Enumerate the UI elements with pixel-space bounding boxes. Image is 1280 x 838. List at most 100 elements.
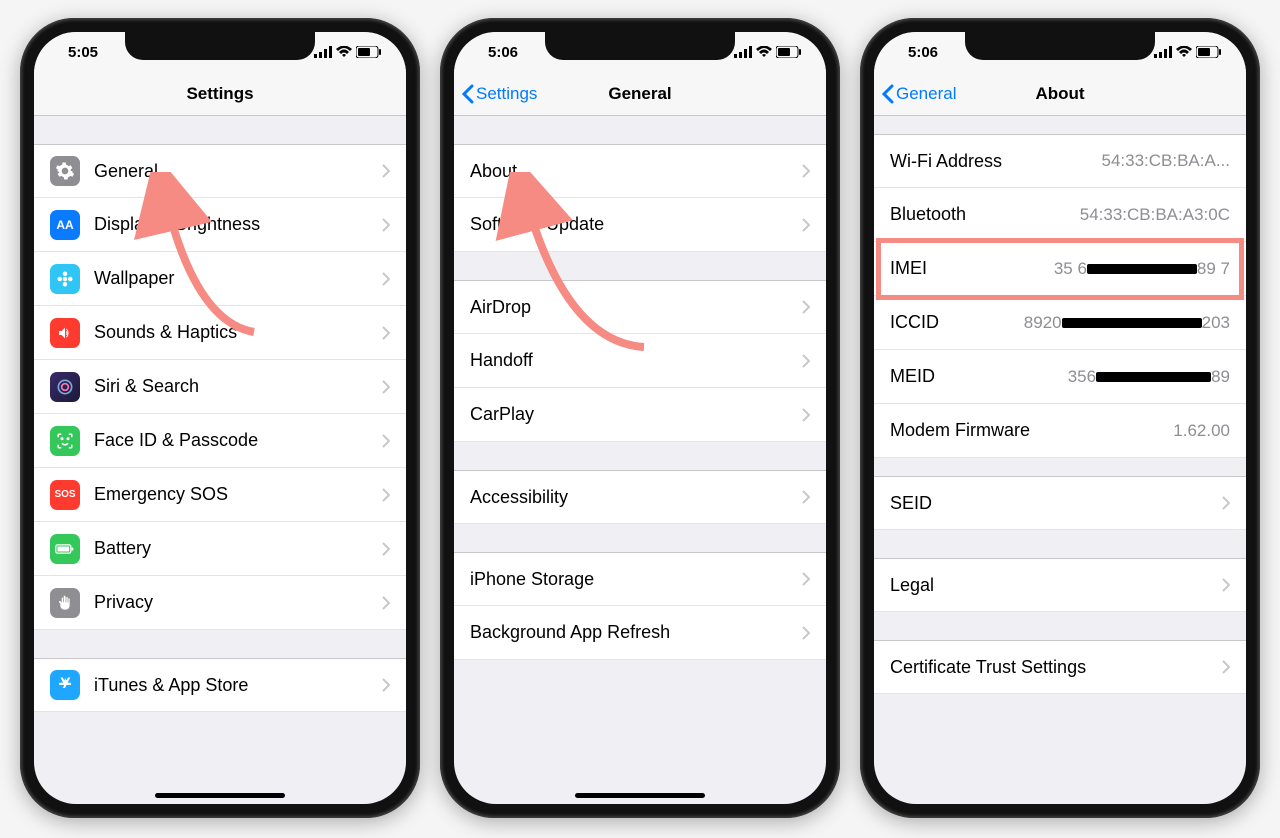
row-label: ICCID [890,312,1024,333]
row-emergency-sos[interactable]: SOS Emergency SOS [34,468,406,522]
row-label: Legal [890,575,1214,596]
group-spacer [874,458,1246,476]
chevron-right-icon [382,488,390,502]
row-imei: IMEI 35 689 7 [874,242,1246,296]
row-label: AirDrop [470,297,794,318]
row-wallpaper[interactable]: Wallpaper [34,252,406,306]
hand-icon [50,588,80,618]
flower-icon [50,264,80,294]
home-indicator[interactable] [575,793,705,798]
row-airdrop[interactable]: AirDrop [454,280,826,334]
status-time: 5:06 [488,44,518,61]
row-label: iPhone Storage [470,569,794,590]
group-spacer [454,252,826,280]
cellular-icon [314,46,332,58]
row-legal[interactable]: Legal [874,558,1246,612]
status-right [734,46,802,58]
row-label: Sounds & Haptics [94,322,374,343]
chevron-right-icon [1222,578,1230,592]
row-label: CarPlay [470,404,794,425]
phone-frame-3: 5:06 General About Wi-Fi Address 54:33:C… [860,18,1260,818]
row-modem-firmware: Modem Firmware 1.62.00 [874,404,1246,458]
phone-frame-2: 5:06 Settings General About Software Upd… [440,18,840,818]
chevron-right-icon [382,678,390,692]
row-label: Accessibility [470,487,794,508]
back-button[interactable]: Settings [462,84,537,104]
row-sounds-haptics[interactable]: Sounds & Haptics [34,306,406,360]
home-indicator[interactable] [155,793,285,798]
gear-icon [50,156,80,186]
row-accessibility[interactable]: Accessibility [454,470,826,524]
chevron-right-icon [1222,660,1230,674]
row-value: 54:33:CB:BA:A3:0C [1080,205,1230,225]
back-label: General [896,84,956,104]
battery-icon [356,46,382,58]
status-right [314,46,382,58]
chevron-right-icon [382,218,390,232]
row-wifi-address: Wi-Fi Address 54:33:CB:BA:A... [874,134,1246,188]
redacted-text [1096,372,1211,382]
chevron-right-icon [802,218,810,232]
row-background-app-refresh[interactable]: Background App Refresh [454,606,826,660]
general-list[interactable]: About Software Update AirDrop Handoff Ca… [454,116,826,660]
row-battery[interactable]: Battery [34,522,406,576]
row-iccid: ICCID 8920203 [874,296,1246,350]
redacted-text [1087,264,1197,274]
wifi-icon [756,46,772,58]
group-spacer [874,116,1246,134]
siri-icon [50,372,80,402]
row-software-update[interactable]: Software Update [454,198,826,252]
nav-bar: Settings [34,72,406,116]
chevron-right-icon [802,300,810,314]
chevron-right-icon [382,434,390,448]
status-time: 5:06 [908,44,938,61]
group-spacer [454,442,826,470]
row-label: Software Update [470,214,794,235]
row-display-brightness[interactable]: AA Display & Brightness [34,198,406,252]
row-label: Emergency SOS [94,484,374,505]
row-label: Battery [94,538,374,559]
row-label: Display & Brightness [94,214,374,235]
row-siri-search[interactable]: Siri & Search [34,360,406,414]
row-bluetooth: Bluetooth 54:33:CB:BA:A3:0C [874,188,1246,242]
wifi-icon [1176,46,1192,58]
row-handoff[interactable]: Handoff [454,334,826,388]
row-about[interactable]: About [454,144,826,198]
row-value: 35689 [1068,367,1230,387]
row-meid: MEID 35689 [874,350,1246,404]
row-label: Wi-Fi Address [890,151,1101,172]
nav-bar: General About [874,72,1246,116]
row-itunes-app-store[interactable]: iTunes & App Store [34,658,406,712]
notch [965,32,1155,60]
battery-icon [776,46,802,58]
row-face-id-passcode[interactable]: Face ID & Passcode [34,414,406,468]
face-id-icon [50,426,80,456]
chevron-right-icon [382,164,390,178]
row-iphone-storage[interactable]: iPhone Storage [454,552,826,606]
row-carplay[interactable]: CarPlay [454,388,826,442]
chevron-right-icon [382,542,390,556]
sos-icon: SOS [50,480,80,510]
row-label: Face ID & Passcode [94,430,374,451]
chevron-right-icon [802,164,810,178]
about-list[interactable]: Wi-Fi Address 54:33:CB:BA:A... Bluetooth… [874,116,1246,694]
row-label: About [470,161,794,182]
row-seid[interactable]: SEID [874,476,1246,530]
row-label: iTunes & App Store [94,675,374,696]
battery-icon [50,534,80,564]
row-label: Certificate Trust Settings [890,657,1214,678]
row-value: 1.62.00 [1173,421,1230,441]
row-general[interactable]: General [34,144,406,198]
wifi-icon [336,46,352,58]
back-button[interactable]: General [882,84,956,104]
group-spacer [874,612,1246,640]
chevron-right-icon [1222,496,1230,510]
row-value: 8920203 [1024,313,1230,333]
chevron-right-icon [382,326,390,340]
chevron-right-icon [382,272,390,286]
settings-list[interactable]: General AA Display & Brightness Wallpape… [34,116,406,712]
row-privacy[interactable]: Privacy [34,576,406,630]
row-certificate-trust-settings[interactable]: Certificate Trust Settings [874,640,1246,694]
chevron-left-icon [882,84,894,104]
row-label: Privacy [94,592,374,613]
